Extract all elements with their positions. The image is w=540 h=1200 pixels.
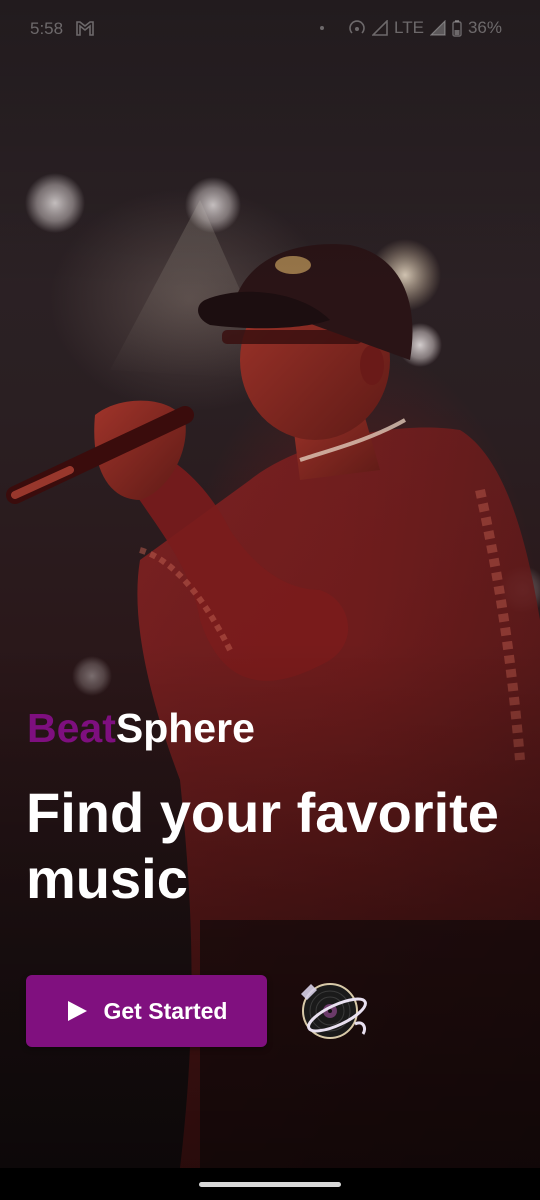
vinyl-record-icon bbox=[297, 980, 371, 1042]
welcome-screen: 5:58 LTE 36% BeatSphere Find your favori… bbox=[0, 0, 540, 1200]
brand-beat: Beat bbox=[27, 705, 116, 751]
brand-sphere: Sphere bbox=[115, 705, 255, 751]
status-time: 5:58 bbox=[30, 19, 64, 38]
status-bar: 5:58 LTE 36% bbox=[0, 0, 540, 58]
battery-percent: 36% bbox=[467, 18, 502, 37]
network-type: LTE bbox=[394, 18, 424, 37]
play-icon bbox=[67, 1001, 87, 1021]
get-started-label: Get Started bbox=[103, 997, 228, 1024]
headline: Find your favorite music bbox=[26, 781, 499, 910]
navigation-bar bbox=[0, 1168, 540, 1200]
hotspot-icon bbox=[348, 19, 366, 37]
app-logo-text: BeatSphere bbox=[27, 705, 255, 752]
status-icons: LTE 36% bbox=[320, 18, 502, 38]
signal-icon bbox=[372, 20, 388, 36]
signal-icon-2 bbox=[429, 20, 446, 36]
notification-dot-icon bbox=[320, 26, 325, 30]
battery-icon bbox=[452, 19, 462, 37]
gmail-icon bbox=[75, 20, 95, 37]
home-indicator[interactable] bbox=[199, 1182, 341, 1187]
get-started-button[interactable]: Get Started bbox=[26, 975, 267, 1047]
